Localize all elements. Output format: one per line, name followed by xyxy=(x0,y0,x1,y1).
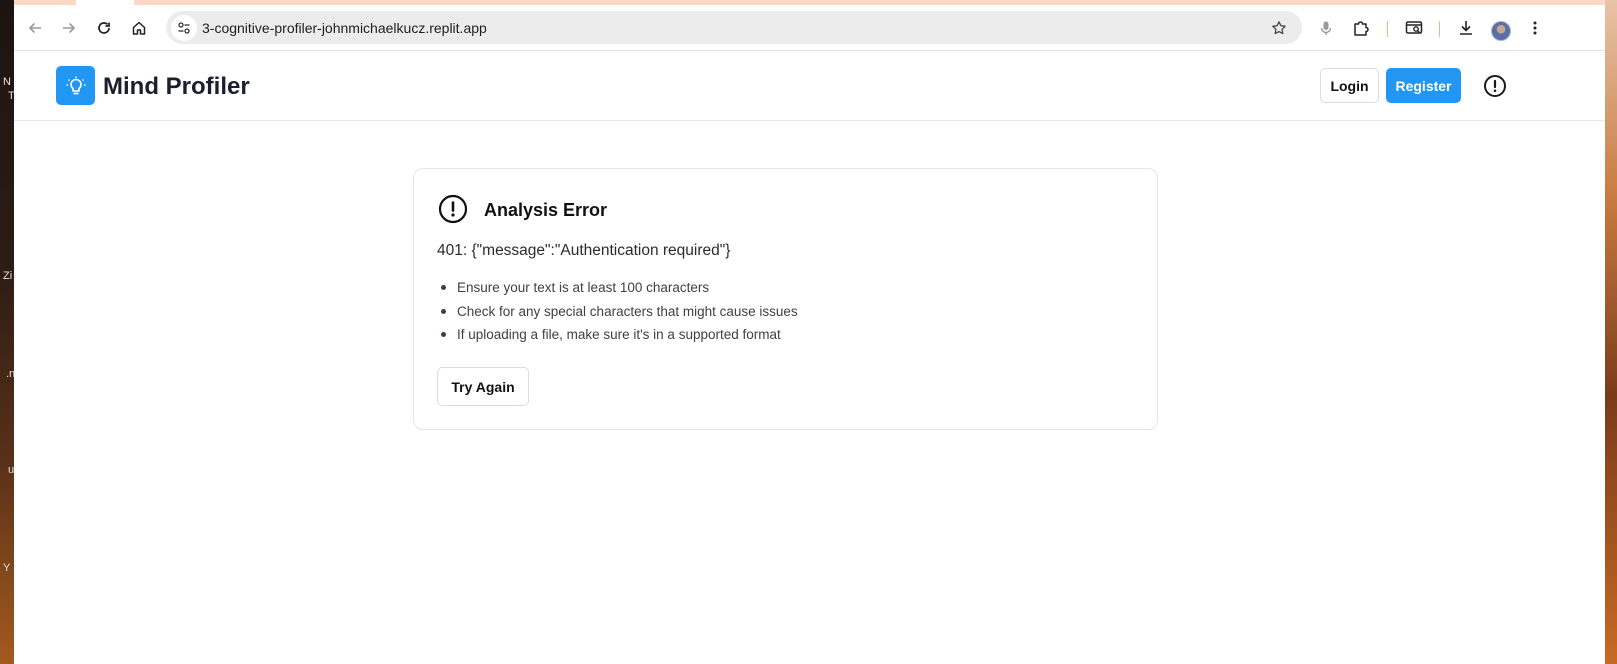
forward-icon[interactable] xyxy=(55,14,83,42)
browser-toolbar: 3-cognitive-profiler-johnmichaelkucz.rep… xyxy=(14,5,1605,51)
site-settings-icon[interactable] xyxy=(171,15,197,41)
list-item: Check for any special characters that mi… xyxy=(437,303,798,327)
list-item: If uploading a file, make sure it's in a… xyxy=(437,326,798,350)
alert-circle-icon[interactable] xyxy=(1482,73,1508,99)
extensions-icon[interactable] xyxy=(1347,14,1375,42)
tab-search-icon[interactable] xyxy=(1400,14,1428,42)
url-text[interactable]: 3-cognitive-profiler-johnmichaelkucz.rep… xyxy=(202,20,487,36)
browser-window: 3-cognitive-profiler-johnmichaelkucz.rep… xyxy=(14,0,1605,664)
toolbar-divider xyxy=(1439,21,1440,37)
desktop-icon-label: .n xyxy=(6,368,14,380)
alert-circle-icon xyxy=(437,193,469,225)
error-card: Analysis Error 401: {"message":"Authenti… xyxy=(413,168,1158,430)
register-button[interactable]: Register xyxy=(1386,68,1461,103)
back-icon[interactable] xyxy=(21,14,49,42)
lightbulb-logo-icon[interactable] xyxy=(56,66,95,105)
desktop-icon-label: Zi xyxy=(3,270,13,282)
home-icon[interactable] xyxy=(125,14,153,42)
address-bar[interactable]: 3-cognitive-profiler-johnmichaelkucz.rep… xyxy=(166,11,1302,44)
reload-icon[interactable] xyxy=(90,14,118,42)
try-again-button[interactable]: Try Again xyxy=(437,367,529,406)
desktop-background-left: N T Zi .n u Y xyxy=(0,0,14,664)
error-title: Analysis Error xyxy=(484,200,608,220)
profile-avatar[interactable] xyxy=(1491,21,1511,41)
bookmark-star-icon[interactable] xyxy=(1268,17,1290,39)
error-message: 401: {"message":"Authentication required… xyxy=(437,242,731,259)
error-tips-list: Ensure your text is at least 100 charact… xyxy=(437,279,798,350)
login-button[interactable]: Login xyxy=(1320,68,1379,103)
toolbar-divider xyxy=(1387,21,1388,37)
brand-title[interactable]: Mind Profiler xyxy=(103,73,250,101)
desktop-icon-label: Y xyxy=(3,562,11,574)
desktop-background-right xyxy=(1605,0,1617,664)
menu-kebab-icon[interactable] xyxy=(1521,14,1549,42)
microphone-icon[interactable] xyxy=(1312,14,1340,42)
desktop-icon-label: N xyxy=(3,76,11,88)
list-item: Ensure your text is at least 100 charact… xyxy=(437,279,798,303)
app-header: Mind Profiler Login Register xyxy=(14,51,1605,121)
download-icon[interactable] xyxy=(1452,14,1480,42)
